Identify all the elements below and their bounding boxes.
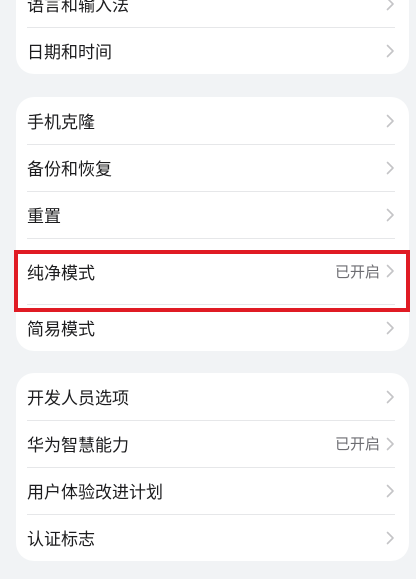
row-label: 认证标志 — [27, 530, 95, 550]
settings-group-2: 手机克隆 备份和恢复 重置 纯净模式 已开启 简易模式 — [16, 97, 409, 351]
chevron-right-icon — [386, 0, 394, 10]
row-huawei-intelligence[interactable]: 华为智慧能力 已开启 — [16, 420, 409, 467]
chevron-right-icon — [386, 531, 394, 544]
row-value: 已开启 — [334, 262, 380, 281]
row-simple-mode[interactable]: 简易模式 — [16, 304, 409, 351]
chevron-right-icon — [386, 321, 394, 334]
row-user-experience-program[interactable]: 用户体验改进计划 — [16, 467, 409, 514]
chevron-right-icon — [386, 208, 394, 221]
row-pure-mode[interactable]: 纯净模式 已开启 — [16, 238, 409, 304]
row-label: 用户体验改进计划 — [27, 483, 163, 503]
row-language-input[interactable]: 语言和输入法 — [16, 0, 409, 27]
row-label: 语言和输入法 — [27, 0, 129, 16]
chevron-right-icon — [386, 390, 394, 403]
chevron-right-icon — [386, 161, 394, 174]
row-label: 华为智慧能力 — [27, 436, 129, 456]
chevron-right-icon — [386, 484, 394, 497]
row-label: 日期和时间 — [27, 43, 112, 63]
settings-group-3: 开发人员选项 华为智慧能力 已开启 用户体验改进计划 认证标志 — [16, 373, 409, 561]
row-value: 已开启 — [334, 435, 380, 453]
chevron-right-icon — [386, 44, 394, 57]
row-label: 简易模式 — [27, 320, 95, 340]
chevron-right-icon — [386, 114, 394, 127]
row-label: 重置 — [27, 207, 61, 227]
chevron-right-icon — [386, 437, 394, 450]
chevron-right-icon — [386, 264, 394, 278]
settings-group-1: 语言和输入法 日期和时间 — [16, 0, 409, 74]
row-label: 备份和恢复 — [27, 160, 112, 180]
row-date-time[interactable]: 日期和时间 — [16, 27, 409, 74]
row-phone-clone[interactable]: 手机克隆 — [16, 97, 409, 144]
row-reset[interactable]: 重置 — [16, 191, 409, 238]
row-backup-restore[interactable]: 备份和恢复 — [16, 144, 409, 191]
row-certification-logos[interactable]: 认证标志 — [16, 514, 409, 561]
row-label: 开发人员选项 — [27, 389, 129, 409]
row-label: 手机克隆 — [27, 113, 95, 133]
row-label: 纯净模式 — [27, 263, 95, 284]
row-developer-options[interactable]: 开发人员选项 — [16, 373, 409, 420]
